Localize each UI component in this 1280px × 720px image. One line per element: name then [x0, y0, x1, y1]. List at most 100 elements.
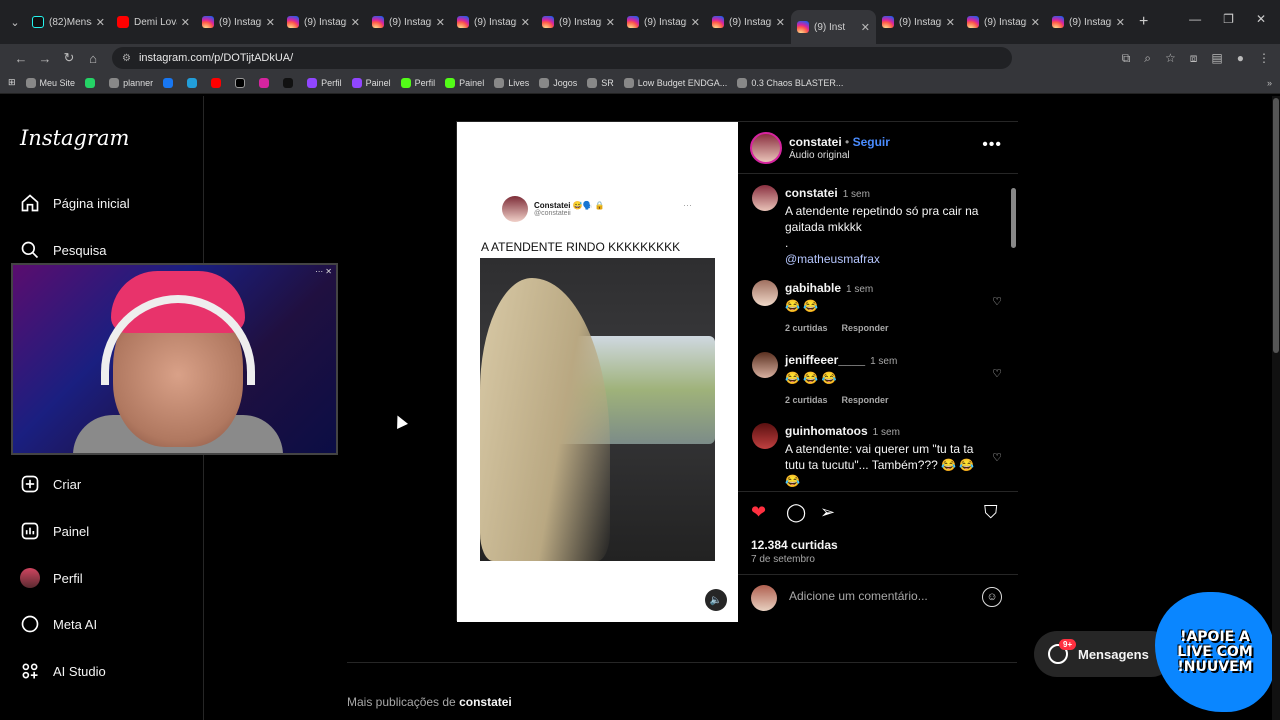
audio-label[interactable]: Áudio original	[789, 150, 850, 161]
minimize-icon[interactable]: —	[1189, 12, 1201, 26]
url-input[interactable]: ⚙ instagram.com/p/DOTijtADkUA/	[112, 47, 1012, 69]
reload-icon[interactable]: ↻	[58, 50, 80, 66]
sidebar-icon[interactable]: ▤	[1211, 51, 1222, 66]
back-icon[interactable]: ←	[10, 51, 32, 66]
likes-count[interactable]: 12.384 curtidas	[751, 538, 838, 552]
close-icon[interactable]: ✕	[691, 16, 700, 29]
browser-tab[interactable]: (9) Instagr ✕	[961, 7, 1046, 37]
sidebar-item-search[interactable]: Pesquisa	[20, 240, 106, 260]
close-icon[interactable]: ✕	[351, 16, 360, 29]
bookmark-item[interactable]	[235, 77, 249, 88]
browser-tab[interactable]: (9) Instagr ✕	[196, 7, 281, 37]
emoji-icon[interactable]: ☺	[982, 587, 1002, 607]
post-media[interactable]: Constatei 😅🗣️ 🔒 @constateii ··· A ATENDE…	[457, 122, 738, 622]
install-icon[interactable]: ⧉	[1122, 51, 1131, 66]
avatar[interactable]	[752, 280, 778, 306]
reply-button[interactable]: Responder	[842, 323, 889, 333]
bookmark-item[interactable]	[211, 77, 225, 88]
browser-tab[interactable]: (9) Instagr ✕	[706, 7, 791, 37]
browser-tab[interactable]: (9) Instagr ✕	[876, 7, 961, 37]
bookmark-item[interactable]: Low Budget ENDGA...	[623, 77, 727, 88]
bookmark-item[interactable]	[163, 77, 177, 88]
instagram-logo[interactable]: Instagram	[20, 126, 129, 150]
share-icon[interactable]: ➢	[820, 502, 835, 523]
close-window-icon[interactable]: ✕	[1256, 12, 1266, 26]
avatar[interactable]	[752, 185, 778, 211]
mention-link[interactable]: @matheusmafrax	[785, 251, 985, 267]
star-icon[interactable]: ☆	[1165, 51, 1176, 66]
drag-handle-icon[interactable]: ⋯ ✕	[315, 267, 332, 276]
browser-tab[interactable]: (9) Instagr ✕	[621, 7, 706, 37]
more-bookmarks-icon[interactable]: »	[1267, 78, 1272, 88]
bookmark-item[interactable]: Painel	[445, 77, 484, 88]
close-icon[interactable]: ✕	[946, 16, 955, 29]
bookmark-item[interactable]: Meu Site	[25, 77, 75, 88]
bookmark-item[interactable]: 0.3 Chaos BLASTER...	[737, 77, 843, 88]
bookmark-icon[interactable]: ⛉	[984, 502, 998, 523]
puzzle-icon[interactable]: ⧈	[1190, 51, 1198, 66]
close-icon[interactable]: ✕	[606, 16, 615, 29]
avatar[interactable]	[750, 132, 782, 164]
close-icon[interactable]: ✕	[96, 16, 105, 29]
home-icon[interactable]: ⌂	[82, 51, 104, 66]
browser-tab[interactable]: (9) Instagr ✕	[281, 7, 366, 37]
close-icon[interactable]: ✕	[1031, 16, 1040, 29]
browser-tab[interactable]: (82)Mensa✕	[26, 7, 111, 37]
heart-icon[interactable]: ♡	[992, 295, 1002, 308]
bookmark-item[interactable]	[85, 77, 99, 88]
bookmark-item[interactable]: SR	[587, 77, 614, 88]
messages-button[interactable]: Mensagens	[1034, 631, 1174, 677]
heart-icon[interactable]: ❤	[751, 502, 766, 523]
sidebar-item-create[interactable]: Criar	[20, 474, 81, 494]
browser-tab[interactable]: (9) Instagr ✕	[366, 7, 451, 37]
apps-icon[interactable]: ⊞	[8, 77, 16, 88]
close-icon[interactable]: ✕	[266, 16, 275, 29]
browser-tab-active[interactable]: (9) Inst ✕	[791, 10, 876, 44]
browser-tab[interactable]: (9) Instagr ✕	[1046, 7, 1131, 37]
zoom-icon[interactable]: ⌕	[1144, 51, 1151, 66]
more-options-icon[interactable]: •••	[982, 136, 1002, 154]
comment-input[interactable]: Adicione um comentário...	[789, 589, 928, 603]
video-frame[interactable]	[480, 258, 715, 561]
close-icon[interactable]: ✕	[521, 16, 530, 29]
profile-icon[interactable]: ●	[1237, 51, 1244, 66]
bookmark-item[interactable]	[259, 77, 273, 88]
browser-tab[interactable]: Demi Lova✕	[111, 7, 196, 37]
sidebar-item-ai-studio[interactable]: AI Studio	[20, 661, 106, 681]
post-username[interactable]: constatei	[789, 135, 842, 149]
avatar[interactable]	[752, 352, 778, 378]
reply-button[interactable]: Responder	[842, 395, 889, 405]
close-icon[interactable]: ✕	[1116, 16, 1125, 29]
comment-icon[interactable]: ◯	[786, 502, 806, 523]
browser-tab[interactable]: (9) Instagr ✕	[536, 7, 621, 37]
new-tab-button[interactable]: +	[1139, 13, 1148, 31]
sidebar-item-profile[interactable]: Perfil	[20, 568, 83, 588]
close-icon[interactable]: ✕	[861, 21, 870, 34]
browser-tab[interactable]: (9) Instagr ✕	[451, 7, 536, 37]
sidebar-item-meta-ai[interactable]: Meta AI	[20, 614, 97, 634]
bookmark-item[interactable]: Perfil	[400, 77, 435, 88]
bookmark-item[interactable]: Lives	[494, 77, 529, 88]
bookmark-item[interactable]	[283, 77, 297, 88]
tab-search-icon[interactable]: ⌄	[4, 11, 26, 33]
bookmark-item[interactable]: Perfil	[307, 77, 342, 88]
page-scrollbar[interactable]	[1272, 96, 1280, 720]
close-icon[interactable]: ✕	[436, 16, 445, 29]
bookmark-item[interactable]: Jogos	[539, 77, 577, 88]
maximize-icon[interactable]: ❐	[1223, 12, 1234, 26]
follow-button[interactable]: Seguir	[853, 135, 890, 149]
heart-icon[interactable]: ♡	[992, 367, 1002, 380]
bookmark-item[interactable]	[187, 77, 201, 88]
site-info-icon[interactable]: ⚙	[122, 53, 131, 64]
close-icon[interactable]: ✕	[776, 16, 785, 29]
close-icon[interactable]: ✕	[181, 16, 190, 29]
sidebar-item-dashboard[interactable]: Painel	[20, 521, 89, 541]
avatar[interactable]	[752, 423, 778, 449]
bookmark-item[interactable]: Painel	[351, 77, 391, 88]
comments-scrollbar[interactable]	[1011, 178, 1016, 488]
sidebar-item-home[interactable]: Página inicial	[20, 193, 130, 213]
heart-icon[interactable]: ♡	[992, 451, 1002, 464]
volume-icon[interactable]: 🔈	[705, 589, 727, 611]
forward-icon[interactable]: →	[34, 51, 56, 66]
menu-icon[interactable]: ⋮	[1258, 51, 1270, 66]
